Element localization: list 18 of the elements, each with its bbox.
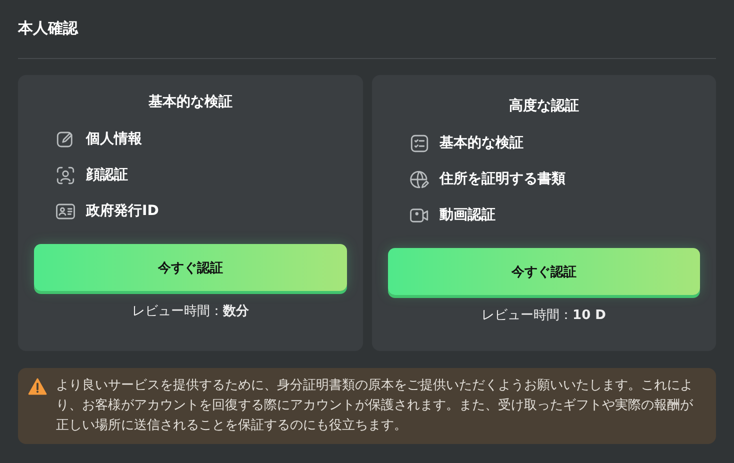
globe-icon [408,168,430,190]
review-time: レビュー時間：10 D [480,307,607,325]
face-scan-icon [55,164,76,186]
card-title: 高度な認証 [508,96,580,116]
card-title: 基本的な検証 [147,93,234,112]
requirement-label: 基本的な検証 [440,134,524,153]
requirement-label: 個人情報 [86,130,142,149]
requirement-label: 顔認証 [86,166,128,185]
requirement-label: 動画認証 [440,206,496,225]
requirement-label: 政府発行ID [86,202,159,221]
page-title: 本人確認 [18,18,80,39]
requirement-label: 住所を証明する書類 [440,170,566,189]
review-time: レビュー時間：数分 [130,303,250,321]
verify-now-button[interactable]: 今すぐ認証 [388,248,700,295]
checklist-icon [408,132,430,154]
verify-now-button[interactable]: 今すぐ認証 [34,244,346,291]
notice-text: より良いサービスを提供するために、身分証明書類の原本をご提供いただくようお願いいたします。これにより、お客様がアカウントを回復する際にアカウントが保護されます。また、受け取ったギフトや実際の報酬が正しい場所に送信されることを保証するのにも役立ちます。 [56,377,694,435]
warning-icon [28,378,47,395]
